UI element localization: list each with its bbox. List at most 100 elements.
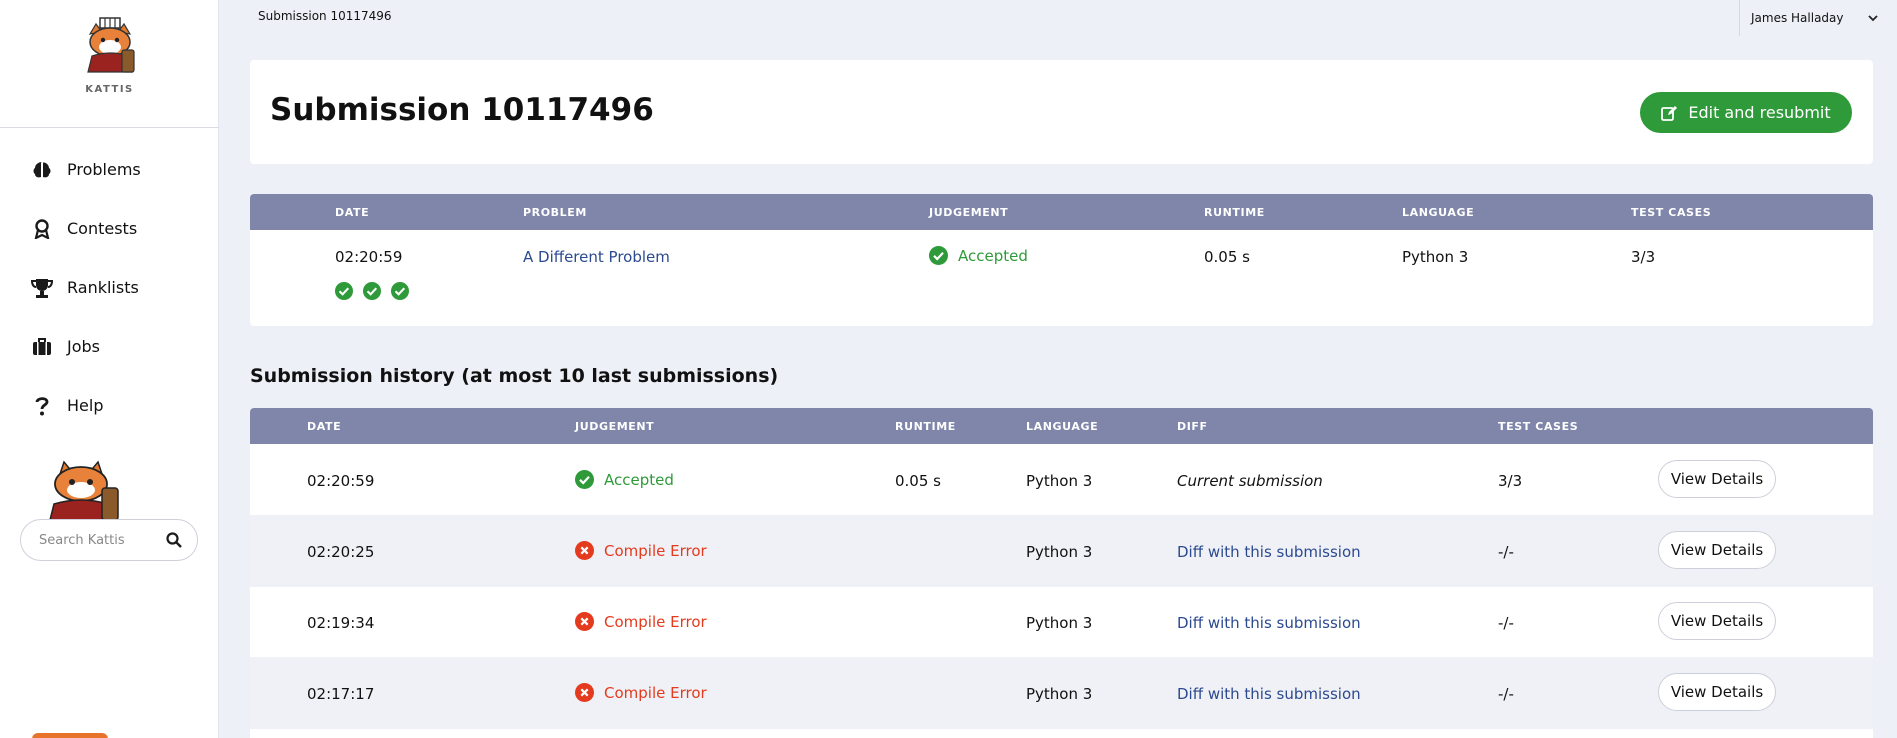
row-test-cases: 3/3 (1498, 472, 1523, 490)
row-date: 02:20:59 (307, 472, 375, 490)
diff-link[interactable]: Diff with this submission (1177, 614, 1361, 632)
feedback-tab[interactable] (32, 733, 108, 738)
summary-date: 02:20:59 (335, 248, 403, 266)
column-header-language: LANGUAGE (1402, 206, 1475, 219)
row-test-cases: -/- (1498, 614, 1514, 632)
submission-summary-table: DATE PROBLEM JUDGEMENT RUNTIME LANGUAGE … (250, 194, 1873, 326)
table-row: 02:19:34 Compile Error Python 3 Diff wit… (250, 586, 1873, 658)
column-header-judgement: JUDGEMENT (929, 206, 1009, 219)
topbar: Submission 10117496 James Halladay (220, 0, 1897, 36)
judgement-text: Accepted (958, 246, 1028, 265)
page-title: Submission 10117496 (270, 92, 654, 128)
column-header-runtime: RUNTIME (895, 420, 956, 433)
judgement-text: Compile Error (604, 541, 707, 560)
row-test-cases: -/- (1498, 543, 1514, 561)
sidebar-item-help[interactable]: Help (0, 376, 219, 435)
view-details-button[interactable]: View Details (1658, 531, 1776, 569)
question-icon (31, 395, 53, 417)
brain-icon (31, 159, 53, 181)
sidebar-item-ranklists[interactable]: Ranklists (0, 258, 219, 317)
history-header-row: DATE JUDGEMENT RUNTIME LANGUAGE DIFF TES… (250, 408, 1873, 444)
error-circle-icon (575, 612, 594, 631)
breadcrumb: Submission 10117496 (258, 9, 392, 23)
trophy-icon (31, 277, 53, 299)
row-language: Python 3 (1026, 614, 1093, 632)
sidebar: KATTIS Problems Contests Ranklists Jobs (0, 0, 219, 738)
edit-button-label: Edit and resubmit (1688, 103, 1831, 122)
row-language: Python 3 (1026, 685, 1093, 703)
diff-link[interactable]: Diff with this submission (1177, 543, 1361, 561)
row-language: Python 3 (1026, 543, 1093, 561)
error-circle-icon (575, 683, 594, 702)
header-card: Submission 10117496 Edit and resubmit (250, 60, 1873, 164)
table-row: 02:17:17 Compile Error Python 3 Diff wit… (250, 657, 1873, 729)
briefcase-icon (31, 336, 53, 358)
error-circle-icon (575, 541, 594, 560)
chevron-down-icon (1868, 15, 1878, 22)
award-icon (31, 218, 53, 240)
column-header-date: DATE (335, 206, 370, 219)
sidebar-divider (0, 127, 219, 128)
summary-header-row: DATE PROBLEM JUDGEMENT RUNTIME LANGUAGE … (250, 194, 1873, 230)
kattis-logo[interactable]: KATTIS (0, 16, 219, 95)
sidebar-item-label: Ranklists (67, 278, 139, 297)
edit-icon (1661, 105, 1678, 121)
test-passed-icon[interactable] (335, 282, 353, 300)
test-case-results (335, 282, 409, 300)
column-header-problem: PROBLEM (523, 206, 587, 219)
sidebar-nav: Problems Contests Ranklists Jobs Help (0, 140, 219, 435)
column-header-runtime: RUNTIME (1204, 206, 1265, 219)
column-header-language: LANGUAGE (1026, 420, 1099, 433)
summary-test-cases: 3/3 (1631, 248, 1656, 266)
user-menu[interactable]: James Halladay (1739, 0, 1897, 36)
judgement-text: Compile Error (604, 612, 707, 631)
sidebar-item-label: Contests (67, 219, 138, 238)
view-details-button[interactable]: View Details (1658, 602, 1776, 640)
logo-text: KATTIS (85, 84, 134, 95)
row-date: 02:17:17 (307, 685, 375, 703)
row-runtime: 0.05 s (895, 472, 941, 490)
view-details-button[interactable]: View Details (1658, 460, 1776, 498)
row-judgement: Compile Error (575, 612, 707, 631)
check-circle-icon (575, 470, 594, 489)
edit-and-resubmit-button[interactable]: Edit and resubmit (1640, 92, 1852, 133)
test-passed-icon[interactable] (363, 282, 381, 300)
search-input[interactable] (39, 532, 159, 548)
sidebar-item-label: Jobs (67, 337, 100, 356)
column-header-date: DATE (307, 420, 342, 433)
column-header-judgement: JUDGEMENT (575, 420, 655, 433)
diff-link[interactable]: Diff with this submission (1177, 685, 1361, 703)
history-title: Submission history (at most 10 last subm… (250, 365, 779, 387)
search-icon[interactable] (165, 531, 183, 549)
sidebar-item-problems[interactable]: Problems (0, 140, 219, 199)
column-header-test-cases: TEST CASES (1498, 420, 1579, 433)
kattis-mascot-icon (49, 460, 119, 520)
search-box (20, 519, 198, 561)
row-date: 02:20:25 (307, 543, 375, 561)
test-passed-icon[interactable] (391, 282, 409, 300)
row-language: Python 3 (1026, 472, 1093, 490)
column-header-diff: DIFF (1177, 420, 1208, 433)
row-test-cases: -/- (1498, 685, 1514, 703)
summary-judgement: Accepted (929, 246, 1028, 265)
check-circle-icon (929, 246, 948, 265)
column-header-test-cases: TEST CASES (1631, 206, 1712, 219)
sidebar-item-contests[interactable]: Contests (0, 199, 219, 258)
row-diff: Current submission (1177, 472, 1323, 490)
sidebar-item-label: Problems (67, 160, 141, 179)
row-date: 02:19:34 (307, 614, 375, 632)
summary-language: Python 3 (1402, 248, 1469, 266)
view-details-button[interactable]: View Details (1658, 673, 1776, 711)
judgement-text: Accepted (604, 470, 674, 489)
row-judgement: Compile Error (575, 541, 707, 560)
kattis-cat-logo-icon (86, 17, 135, 73)
submission-history-table: DATE JUDGEMENT RUNTIME LANGUAGE DIFF TES… (250, 408, 1873, 738)
summary-runtime: 0.05 s (1204, 248, 1250, 266)
table-row: 02:20:59 Accepted 0.05 s Python 3 Curren… (250, 444, 1873, 516)
row-judgement: Compile Error (575, 683, 707, 702)
sidebar-item-jobs[interactable]: Jobs (0, 317, 219, 376)
table-row: 02:20:25 Compile Error Python 3 Diff wit… (250, 515, 1873, 587)
problem-link[interactable]: A Different Problem (523, 248, 670, 266)
user-name: James Halladay (1751, 11, 1844, 25)
sidebar-item-label: Help (67, 396, 104, 415)
